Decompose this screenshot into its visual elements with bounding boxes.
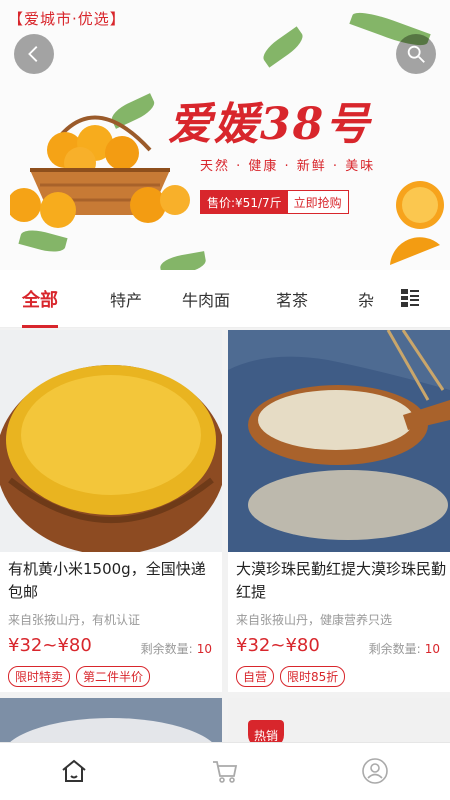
banner-subtitle: 天然 · 健康 · 新鲜 · 美味: [200, 159, 376, 174]
tab-label: 茗茶: [276, 291, 309, 310]
product-card[interactable]: [0, 698, 222, 746]
product-tags: 自营 限时85折: [236, 666, 346, 687]
menu-grid-icon[interactable]: [400, 288, 420, 308]
product-image: [0, 698, 222, 746]
nav-profile[interactable]: [361, 757, 391, 787]
orange-basket-image: [10, 115, 190, 228]
nav-home[interactable]: [60, 757, 90, 787]
stock-value: 10: [424, 642, 440, 656]
orange-slice-image: [390, 181, 444, 265]
product-image-millet: [0, 330, 222, 552]
banner-price: 售价:¥51/7斤: [201, 191, 288, 213]
product-source: 来自张掖山丹，有机认证: [8, 613, 141, 627]
back-button[interactable]: [14, 34, 54, 74]
leaf-decoration: [158, 251, 208, 270]
tab-label: 全部: [22, 290, 58, 311]
product-name: 大漠珍珠民勤红提大漠珍珠民勤红提: [236, 560, 447, 601]
product-stock: 剩余数量: 10: [141, 640, 212, 657]
active-tab-indicator: [22, 325, 58, 328]
tab-tea[interactable]: 茗茶: [276, 270, 308, 328]
product-stock: 剩余数量: 10: [369, 640, 440, 657]
tab-misc[interactable]: 杂: [358, 270, 374, 328]
product-tag: 限时85折: [280, 666, 346, 687]
product-card[interactable]: 有机黄小米1500g，全国快递包邮 来自张掖山丹，有机认证 ¥32~¥80 剩余…: [0, 330, 222, 692]
back-icon: [28, 46, 38, 62]
search-button[interactable]: [396, 34, 436, 74]
nav-cart[interactable]: [211, 757, 241, 787]
product-tag: 限时特卖: [8, 666, 71, 687]
stock-label: 剩余数量:: [368, 642, 421, 656]
stock-value: 10: [196, 642, 212, 656]
home-icon: [62, 759, 86, 782]
tab-label: 特产: [110, 291, 143, 310]
product-card[interactable]: 大漠珍珠民勤红提大漠珍珠民勤红提 来自张掖山丹，健康营养只选 ¥32~¥80 剩…: [228, 330, 450, 692]
tab-label: 杂: [358, 291, 375, 310]
stock-label: 剩余数量:: [140, 642, 193, 656]
tab-label: 牛肉面: [182, 291, 231, 310]
user-icon: [362, 758, 388, 784]
product-tags: 限时特卖 第二件半价: [8, 666, 151, 687]
hero-banner[interactable]: 【爱城市·优选】 爱媛38号 天然 · 健康 · 新鲜 · 美味 售价:¥51/…: [0, 0, 450, 270]
product-price: ¥32~¥80: [236, 635, 320, 656]
product-price: ¥32~¥80: [8, 635, 92, 656]
buy-now-button[interactable]: 立即抢购: [287, 191, 348, 213]
tab-beef-noodles[interactable]: 牛肉面: [182, 270, 230, 328]
banner-title: 爱媛38号: [168, 99, 372, 150]
product-source: 来自张掖山丹，健康营养只选: [236, 613, 393, 627]
product-name: 有机黄小米1500g，全国快递包邮: [8, 560, 206, 601]
tab-specialty[interactable]: 特产: [110, 270, 142, 328]
bottom-nav: [0, 742, 450, 800]
banner-price-box[interactable]: 售价:¥51/7斤 立即抢购: [200, 190, 349, 214]
cart-icon: [213, 761, 238, 783]
leaf-decoration: [258, 26, 308, 68]
search-icon: [407, 45, 425, 63]
product-image-quinoa: [228, 330, 450, 552]
tab-all[interactable]: 全部: [22, 270, 58, 328]
leaf-decoration: [18, 226, 68, 256]
product-tag: 自营: [236, 666, 275, 687]
category-tabs: 全部 特产 牛肉面 茗茶 杂: [0, 270, 450, 328]
product-tag: 第二件半价: [76, 666, 151, 687]
banner-tag: 【爱城市·优选】: [8, 10, 126, 28]
